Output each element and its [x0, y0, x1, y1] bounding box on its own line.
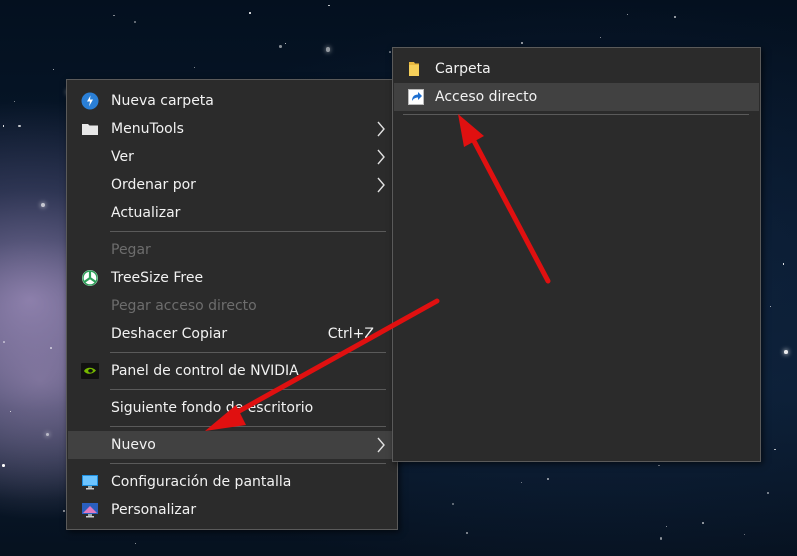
star: [14, 100, 16, 102]
menutools-icon: [82, 124, 98, 135]
menu-item-actualizar[interactable]: Actualizar: [68, 199, 396, 227]
star: [2, 125, 5, 128]
star: [45, 432, 49, 436]
star: [702, 522, 705, 525]
menu-item-treesize-free[interactable]: TreeSize Free: [68, 264, 396, 292]
menu-item-label: Carpeta: [435, 61, 491, 77]
star: [674, 15, 676, 18]
menu-item-label: Pegar acceso directo: [111, 298, 257, 314]
menu-separator: [110, 463, 386, 464]
menu-separator: [110, 231, 386, 232]
star: [133, 20, 136, 23]
star: [2, 341, 5, 343]
treesize-icon: [82, 270, 98, 286]
menu-item-pegar-acceso-directo: Pegar acceso directo: [68, 292, 396, 320]
star: [770, 305, 772, 307]
star: [389, 51, 391, 54]
menu-item-label: Personalizar: [111, 502, 197, 518]
star: [49, 347, 52, 350]
shortcut-hint: Ctrl+Z: [327, 326, 374, 342]
star: [520, 481, 523, 484]
new-folder-icon: [81, 92, 99, 110]
menu-item-pegar: Pegar: [68, 236, 396, 264]
menu-item-label: Siguiente fondo de escritorio: [111, 400, 314, 416]
menu-item-label: Configuración de pantalla: [111, 474, 292, 490]
menu-item-ordenar-por[interactable]: Ordenar por: [68, 171, 396, 199]
chevron-right-icon: [377, 149, 385, 165]
star: [626, 13, 628, 15]
menu-item-label: Ordenar por: [111, 177, 196, 193]
star: [547, 477, 550, 481]
star: [326, 47, 331, 52]
menu-item-personalizar[interactable]: Personalizar: [68, 496, 396, 524]
chevron-right-icon: [377, 121, 385, 137]
menu-item-label: Acceso directo: [435, 89, 538, 105]
menu-item-label: TreeSize Free: [111, 270, 204, 286]
menu-item-nueva-carpeta[interactable]: Nueva carpeta: [68, 87, 396, 115]
star: [328, 4, 331, 7]
star: [18, 124, 21, 128]
chevron-right-icon: [377, 437, 385, 453]
menu-item-siguiente-fondo[interactable]: Siguiente fondo de escritorio: [68, 394, 396, 422]
star: [659, 537, 663, 540]
menu-item-ver[interactable]: Ver: [68, 143, 396, 171]
menu-item-label: Pegar: [111, 242, 151, 258]
star: [63, 510, 65, 512]
submenu-item-acceso-directo[interactable]: Acceso directo: [394, 83, 759, 111]
star: [465, 531, 468, 534]
star: [657, 464, 660, 467]
menu-separator: [110, 389, 386, 390]
menu-item-label: Deshacer Copiar: [111, 326, 228, 342]
personalize-icon: [82, 503, 98, 518]
star: [2, 463, 6, 467]
star: [784, 349, 788, 354]
star: [112, 14, 115, 17]
shortcut-icon: [408, 89, 424, 105]
menu-item-label: MenuTools: [111, 121, 184, 137]
star: [665, 525, 668, 528]
menu-separator: [110, 352, 386, 353]
star: [284, 42, 286, 44]
menu-separator: [110, 426, 386, 427]
star: [451, 503, 454, 506]
menu-item-label: Ver: [111, 149, 134, 165]
chevron-right-icon: [377, 177, 385, 193]
star: [52, 68, 55, 71]
menu-item-label: Nuevo: [111, 437, 156, 453]
star: [599, 36, 602, 39]
menu-item-nuevo[interactable]: Nuevo: [68, 431, 396, 459]
star: [766, 492, 769, 495]
star: [194, 67, 196, 69]
star: [743, 534, 745, 536]
nvidia-icon: [81, 363, 99, 379]
star: [520, 42, 523, 45]
menu-item-configuracion-pantalla[interactable]: Configuración de pantalla: [68, 468, 396, 496]
star: [279, 45, 282, 48]
star: [774, 448, 776, 451]
star: [10, 411, 12, 413]
display-settings-icon: [82, 475, 98, 490]
menu-item-label: Nueva carpeta: [111, 93, 214, 109]
star: [134, 543, 137, 545]
menu-item-deshacer-copiar[interactable]: Deshacer Copiar Ctrl+Z: [68, 320, 396, 348]
nuevo-submenu: Carpeta Acceso directo: [392, 47, 761, 462]
menu-item-label: Actualizar: [111, 205, 181, 221]
submenu-item-carpeta[interactable]: Carpeta: [394, 55, 759, 83]
menu-item-menutools[interactable]: MenuTools: [68, 115, 396, 143]
star: [249, 11, 252, 14]
folder-icon: [409, 62, 419, 76]
star: [782, 263, 785, 265]
menu-item-label: Panel de control de NVIDIA: [111, 363, 299, 379]
menu-separator: [403, 114, 749, 115]
star: [40, 203, 45, 208]
menu-item-panel-nvidia[interactable]: Panel de control de NVIDIA: [68, 357, 396, 385]
desktop-context-menu: Nueva carpeta MenuTools Ver Ordenar por …: [66, 79, 398, 530]
